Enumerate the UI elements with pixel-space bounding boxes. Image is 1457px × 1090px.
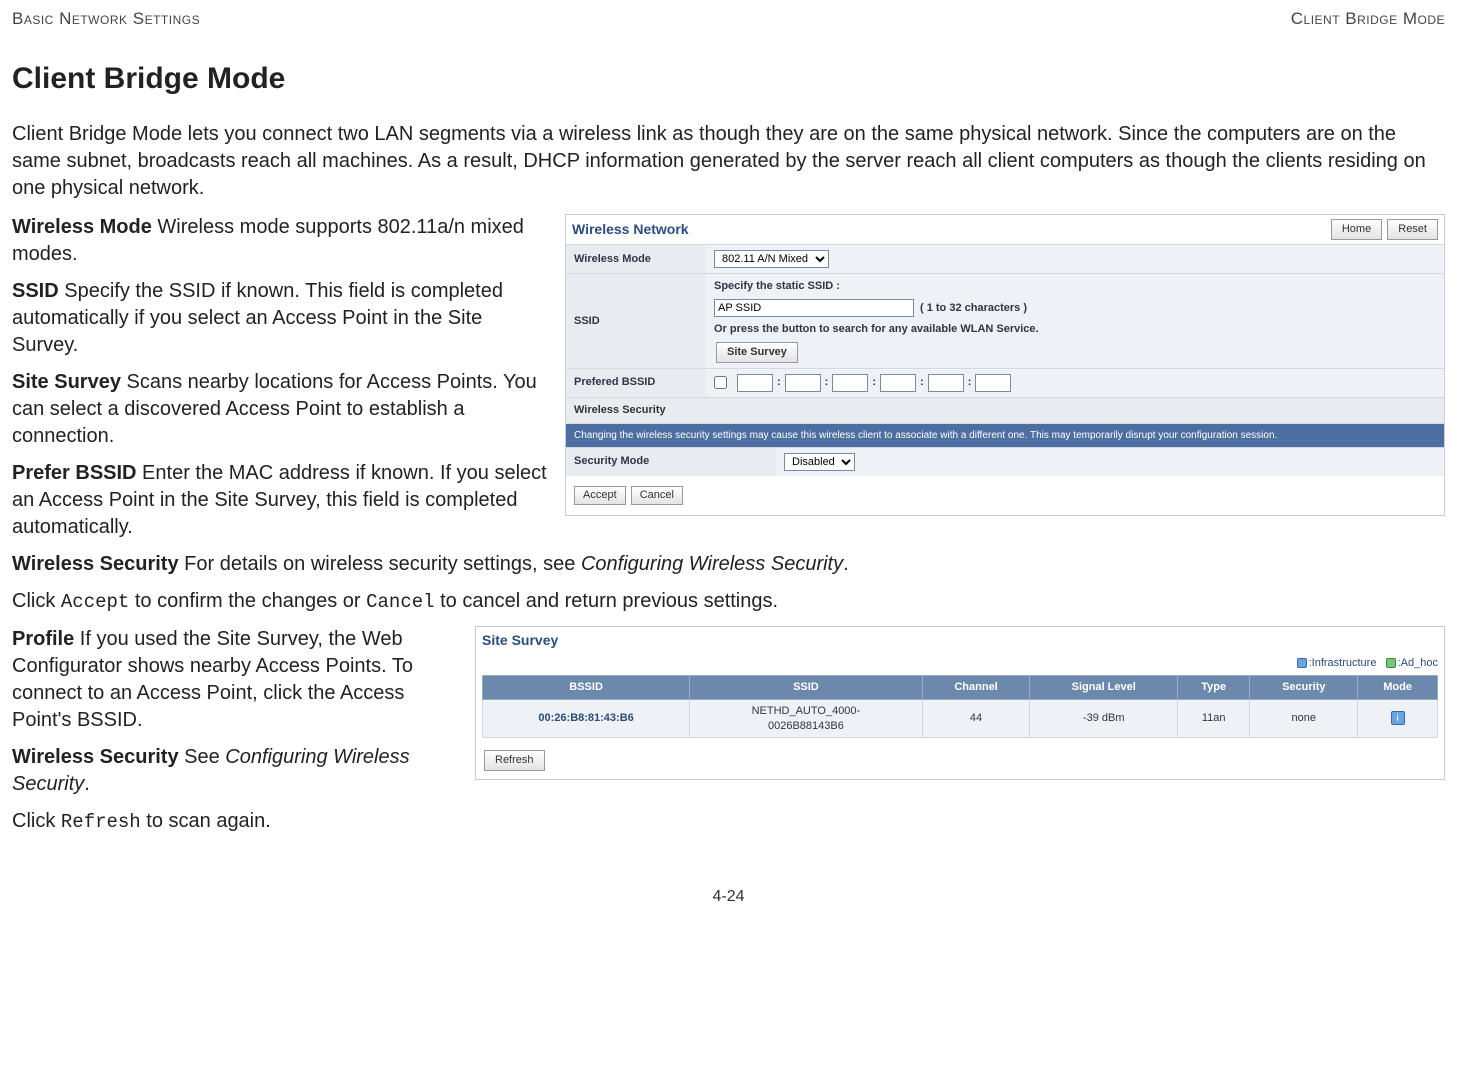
refresh-line: Click Refresh to scan again. <box>12 808 1445 836</box>
bssid-sep: : <box>968 375 972 390</box>
prefer-bssid-checkbox[interactable] <box>714 376 727 389</box>
cell-mode: i <box>1358 699 1438 738</box>
col-ssid: SSID <box>690 675 922 699</box>
bssid-sep: : <box>825 375 829 390</box>
header-right: Client Bridge Mode <box>1291 8 1445 31</box>
table-header-row: BSSID SSID Channel Signal Level Type Sec… <box>483 675 1438 699</box>
site-survey-button[interactable]: Site Survey <box>716 342 798 363</box>
def-wireless-security: Wireless Security For details on wireles… <box>12 551 1445 578</box>
wn-secmode-label: Security Mode <box>566 448 776 476</box>
ssid-hint: ( 1 to 32 characters ) <box>920 301 1027 316</box>
bssid-oct-2[interactable] <box>785 374 821 392</box>
ss-title: Site Survey <box>476 627 1444 654</box>
wn-bssid-label: Prefered BSSID <box>566 369 706 397</box>
site-survey-table: BSSID SSID Channel Signal Level Type Sec… <box>482 675 1438 739</box>
ss-legend: :Infrastructure :Ad_hoc <box>476 654 1444 675</box>
wn-ssid-line1: Specify the static SSID : <box>714 279 840 294</box>
home-button[interactable]: Home <box>1331 219 1382 240</box>
bssid-oct-4[interactable] <box>880 374 916 392</box>
col-signal: Signal Level <box>1030 675 1178 699</box>
cell-signal: -39 dBm <box>1030 699 1178 738</box>
page-title: Client Bridge Mode <box>12 59 1445 100</box>
col-type: Type <box>1178 675 1250 699</box>
wireless-mode-select[interactable]: 802.11 A/N Mixed <box>714 250 829 268</box>
wireless-network-screenshot: Wireless Network Home Reset Wireless Mod… <box>565 214 1445 515</box>
intro-paragraph: Client Bridge Mode lets you connect two … <box>12 121 1445 202</box>
bssid-oct-5[interactable] <box>928 374 964 392</box>
bssid-oct-6[interactable] <box>975 374 1011 392</box>
page-number: 4-24 <box>12 886 1445 908</box>
wn-ssid-line2: Or press the button to search for any av… <box>714 322 1039 337</box>
bssid-oct-1[interactable] <box>737 374 773 392</box>
infrastructure-icon <box>1297 658 1307 668</box>
refresh-button[interactable]: Refresh <box>484 750 545 771</box>
security-mode-select[interactable]: Disabled <box>784 453 855 471</box>
bssid-sep: : <box>872 375 876 390</box>
col-mode: Mode <box>1358 675 1438 699</box>
bssid-oct-3[interactable] <box>832 374 868 392</box>
wn-security-header: Wireless Security <box>566 397 1444 423</box>
site-survey-screenshot: Site Survey :Infrastructure :Ad_hoc BSSI… <box>475 626 1445 780</box>
accept-cancel-line: Click Accept to confirm the changes or C… <box>12 588 1445 616</box>
running-header: Basic Network Settings Client Bridge Mod… <box>12 8 1445 31</box>
cell-security: none <box>1250 699 1358 738</box>
wn-title: Wireless Network <box>572 220 689 239</box>
adhoc-icon <box>1386 658 1396 668</box>
col-bssid: BSSID <box>483 675 690 699</box>
wn-security-banner: Changing the wireless security settings … <box>566 423 1444 447</box>
cancel-button[interactable]: Cancel <box>631 486 683 505</box>
accept-button[interactable]: Accept <box>574 486 626 505</box>
mode-infrastructure-icon: i <box>1391 711 1405 725</box>
ssid-input[interactable] <box>714 299 914 317</box>
bssid-sep: : <box>777 375 781 390</box>
bssid-sep: : <box>920 375 924 390</box>
col-channel: Channel <box>922 675 1030 699</box>
header-left: Basic Network Settings <box>12 8 200 31</box>
cell-type: 11an <box>1178 699 1250 738</box>
wn-ssid-label: SSID <box>566 274 706 368</box>
cell-channel: 44 <box>922 699 1030 738</box>
reset-button[interactable]: Reset <box>1387 219 1438 240</box>
wn-mode-label: Wireless Mode <box>566 245 706 273</box>
col-security: Security <box>1250 675 1358 699</box>
cell-bssid[interactable]: 00:26:B8:81:43:B6 <box>483 699 690 738</box>
cell-ssid: NETHD_AUTO_4000- 0026B88143B6 <box>690 699 922 738</box>
table-row[interactable]: 00:26:B8:81:43:B6 NETHD_AUTO_4000- 0026B… <box>483 699 1438 738</box>
